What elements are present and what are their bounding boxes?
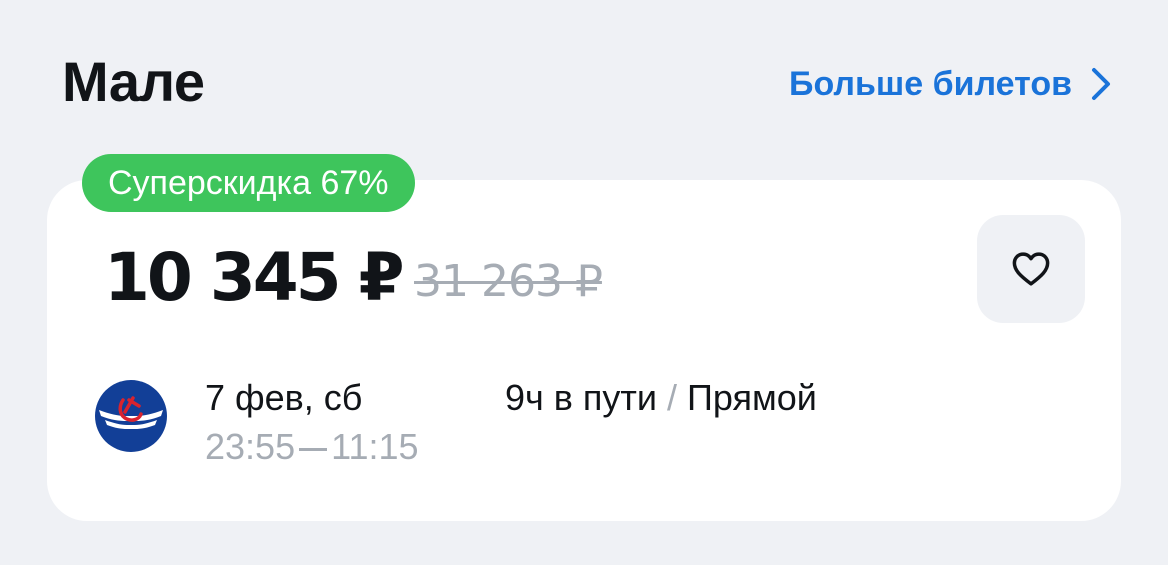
route-type: Прямой xyxy=(687,377,817,418)
heart-outline-icon xyxy=(1012,252,1050,286)
discount-badge: Суперскидка 67% xyxy=(82,154,415,212)
ticket-old-price: 31 263 ₽ xyxy=(414,256,603,307)
ticket-price: 10 345 ₽ xyxy=(104,239,404,316)
more-tickets-link[interactable]: Больше билетов xyxy=(789,62,1112,106)
destination-title: Мале xyxy=(62,50,205,113)
time-dash xyxy=(299,447,328,451)
flight-times: 23:55 11:15 xyxy=(205,423,419,471)
info-separator: / xyxy=(667,377,678,418)
arrival-time: 11:15 xyxy=(331,426,419,467)
flight-date: 7 фев, сб xyxy=(205,377,363,418)
departure-time: 23:55 xyxy=(205,426,296,467)
more-tickets-label: Больше билетов xyxy=(789,65,1072,103)
airline-logo xyxy=(95,380,167,452)
favorite-button[interactable] xyxy=(977,215,1085,323)
chevron-right-icon xyxy=(1092,68,1110,100)
flight-duration: 9ч в пути xyxy=(505,377,657,418)
flight-info: 9ч в пути / Прямой xyxy=(505,374,817,422)
